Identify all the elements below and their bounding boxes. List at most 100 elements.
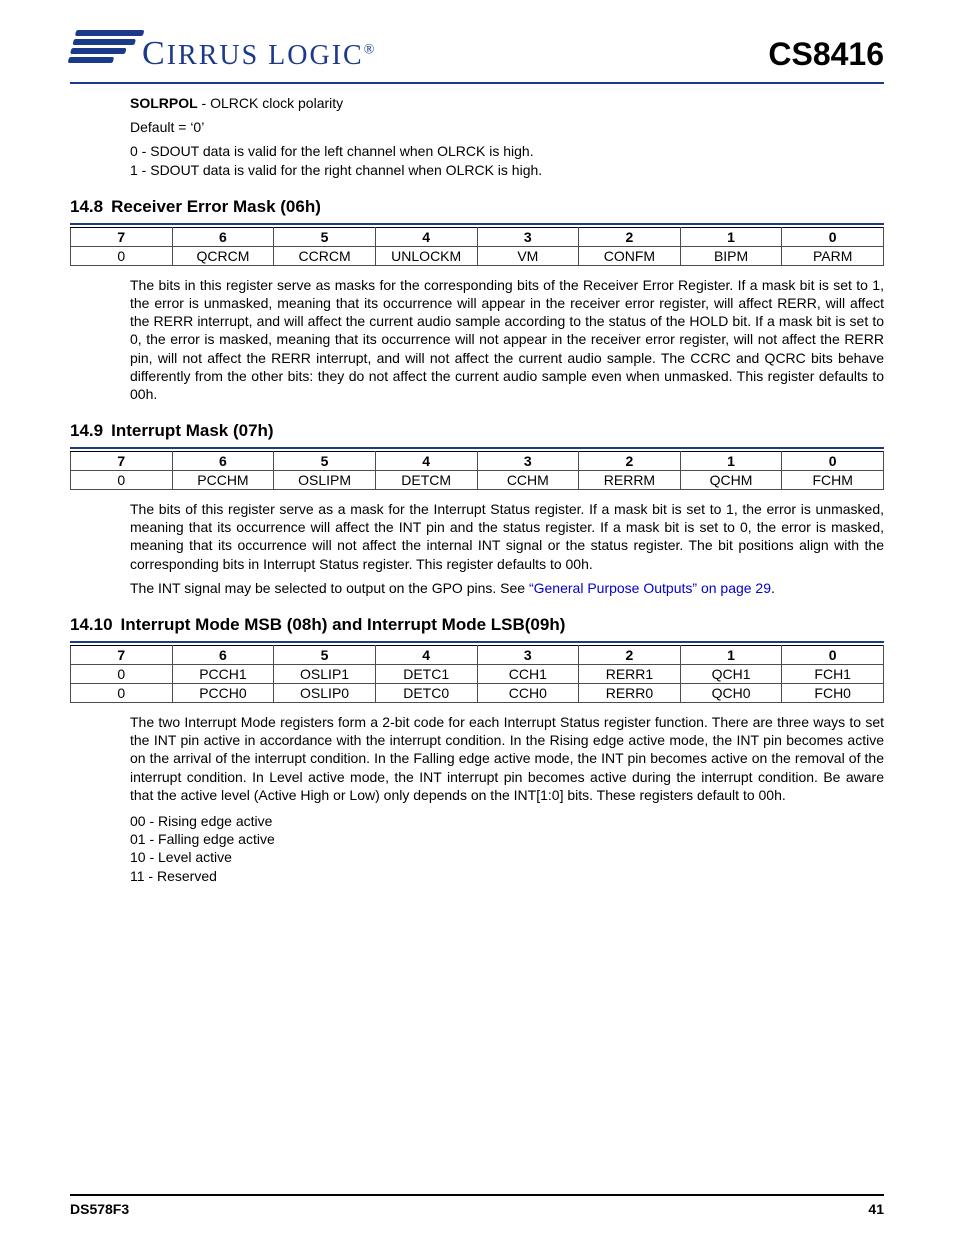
bit-cell: QCH1 bbox=[680, 665, 782, 684]
val-0-line: 0 - SDOUT data is valid for the left cha… bbox=[130, 142, 884, 160]
bit-cell: FCH1 bbox=[782, 665, 884, 684]
bit-header: 3 bbox=[477, 646, 579, 665]
text: . bbox=[771, 580, 775, 596]
section-number: 14.9 bbox=[70, 421, 103, 441]
default-line: Default = ‘0’ bbox=[130, 118, 884, 136]
section-14-9-heading: 14.9 Interrupt Mask (07h) bbox=[70, 421, 884, 441]
bit-header: 2 bbox=[579, 452, 681, 471]
bit-header: 6 bbox=[172, 452, 274, 471]
bit-cell: PCCHM bbox=[172, 471, 274, 490]
bit-cell: CCHM bbox=[477, 471, 579, 490]
text: The INT signal may be selected to output… bbox=[130, 580, 529, 596]
section-title: Interrupt Mask (07h) bbox=[111, 421, 273, 441]
brand-text: CIRRUS LOGIC® bbox=[142, 35, 376, 73]
bit-cell: UNLOCKM bbox=[375, 246, 477, 265]
bit-cell: PCCH0 bbox=[172, 684, 274, 703]
page-header: CIRRUS LOGIC® CS8416 bbox=[70, 30, 884, 78]
bit-cell: CONFM bbox=[579, 246, 681, 265]
bit-header: 2 bbox=[579, 227, 681, 246]
bit-header: 4 bbox=[375, 452, 477, 471]
brand-logo: CIRRUS LOGIC® bbox=[70, 30, 376, 78]
intro-block: SOLRPOL - OLRCK clock polarity Default =… bbox=[130, 94, 884, 179]
bit-cell: CCH1 bbox=[477, 665, 579, 684]
bit-header: 0 bbox=[782, 646, 884, 665]
bit-header: 2 bbox=[579, 646, 681, 665]
bit-cell: OSLIP0 bbox=[274, 684, 376, 703]
section-14-8-heading: 14.8 Receiver Error Mask (06h) bbox=[70, 197, 884, 217]
bit-cell: QCH0 bbox=[680, 684, 782, 703]
bit-cell: RERR0 bbox=[579, 684, 681, 703]
bit-header: 3 bbox=[477, 227, 579, 246]
bit-cell: FCH0 bbox=[782, 684, 884, 703]
bit-cell: OSLIPM bbox=[274, 471, 376, 490]
section-14-9-body: The bits of this register serve as a mas… bbox=[130, 500, 884, 597]
register-table-07h: 7 6 5 4 3 2 1 0 0 PCCHM OSLIPM DETCM CCH… bbox=[70, 451, 884, 490]
page-root: CIRRUS LOGIC® CS8416 SOLRPOL - OLRCK clo… bbox=[0, 0, 954, 1235]
bit-header: 0 bbox=[782, 227, 884, 246]
paragraph-with-link: The INT signal may be selected to output… bbox=[130, 579, 884, 597]
paragraph: The bits in this register serve as masks… bbox=[130, 276, 884, 403]
section-rule bbox=[70, 447, 884, 449]
bit-header: 5 bbox=[274, 227, 376, 246]
field-def: SOLRPOL - OLRCK clock polarity bbox=[130, 94, 884, 112]
bit-cell: DETC0 bbox=[375, 684, 477, 703]
bit-header: 1 bbox=[680, 646, 782, 665]
bit-cell: FCHM bbox=[782, 471, 884, 490]
section-title: Interrupt Mode MSB (08h) and Interrupt M… bbox=[121, 615, 566, 635]
bit-cell: OSLIP1 bbox=[274, 665, 376, 684]
section-title: Receiver Error Mask (06h) bbox=[111, 197, 321, 217]
section-number: 14.8 bbox=[70, 197, 103, 217]
section-rule bbox=[70, 223, 884, 225]
bit-cell: QCRCM bbox=[172, 246, 274, 265]
register-table-06h: 7 6 5 4 3 2 1 0 0 QCRCM CCRCM UNLOCKM VM… bbox=[70, 227, 884, 266]
page-footer: DS578F3 41 bbox=[70, 1194, 884, 1217]
bit-cell: CCH0 bbox=[477, 684, 579, 703]
header-rule bbox=[70, 82, 884, 84]
code-line: 01 - Falling edge active bbox=[130, 830, 884, 848]
bit-cell: DETC1 bbox=[375, 665, 477, 684]
bit-cell: 0 bbox=[71, 684, 173, 703]
bit-cell: QCHM bbox=[680, 471, 782, 490]
paragraph: The bits of this register serve as a mas… bbox=[130, 500, 884, 573]
bit-header: 4 bbox=[375, 227, 477, 246]
val-1-line: 1 - SDOUT data is valid for the right ch… bbox=[130, 161, 884, 179]
register-table-08h-09h: 7 6 5 4 3 2 1 0 0 PCCH1 OSLIP1 DETC1 CCH… bbox=[70, 645, 884, 703]
bit-cell: VM bbox=[477, 246, 579, 265]
footer-doc-id: DS578F3 bbox=[70, 1201, 129, 1217]
paragraph: The two Interrupt Mode registers form a … bbox=[130, 713, 884, 804]
section-number: 14.10 bbox=[70, 615, 113, 635]
bit-header: 0 bbox=[782, 452, 884, 471]
bit-header: 1 bbox=[680, 227, 782, 246]
code-line: 11 - Reserved bbox=[130, 867, 884, 885]
bit-cell: 0 bbox=[71, 246, 173, 265]
bit-header: 6 bbox=[172, 227, 274, 246]
section-14-10-body: The two Interrupt Mode registers form a … bbox=[130, 713, 884, 885]
bit-cell: DETCM bbox=[375, 471, 477, 490]
bit-cell: RERRM bbox=[579, 471, 681, 490]
part-number: CS8416 bbox=[768, 36, 884, 73]
bit-header: 7 bbox=[71, 452, 173, 471]
bit-header: 7 bbox=[71, 646, 173, 665]
bit-header: 5 bbox=[274, 452, 376, 471]
bit-header: 3 bbox=[477, 452, 579, 471]
bit-header: 1 bbox=[680, 452, 782, 471]
bit-cell: PARM bbox=[782, 246, 884, 265]
bit-header: 6 bbox=[172, 646, 274, 665]
footer-page-number: 41 bbox=[868, 1201, 884, 1217]
cross-ref-link[interactable]: “General Purpose Outputs” on page 29 bbox=[529, 580, 771, 596]
code-line: 10 - Level active bbox=[130, 848, 884, 866]
bit-cell: PCCH1 bbox=[172, 665, 274, 684]
bit-cell: 0 bbox=[71, 665, 173, 684]
code-line: 00 - Rising edge active bbox=[130, 812, 884, 830]
logo-swoosh-icon bbox=[64, 30, 145, 78]
bit-header: 7 bbox=[71, 227, 173, 246]
bit-cell: RERR1 bbox=[579, 665, 681, 684]
bit-cell: 0 bbox=[71, 471, 173, 490]
bit-cell: CCRCM bbox=[274, 246, 376, 265]
bit-header: 4 bbox=[375, 646, 477, 665]
section-rule bbox=[70, 641, 884, 643]
section-14-8-body: The bits in this register serve as masks… bbox=[130, 276, 884, 403]
bit-cell: BIPM bbox=[680, 246, 782, 265]
bit-header: 5 bbox=[274, 646, 376, 665]
section-14-10-heading: 14.10 Interrupt Mode MSB (08h) and Inter… bbox=[70, 615, 884, 635]
